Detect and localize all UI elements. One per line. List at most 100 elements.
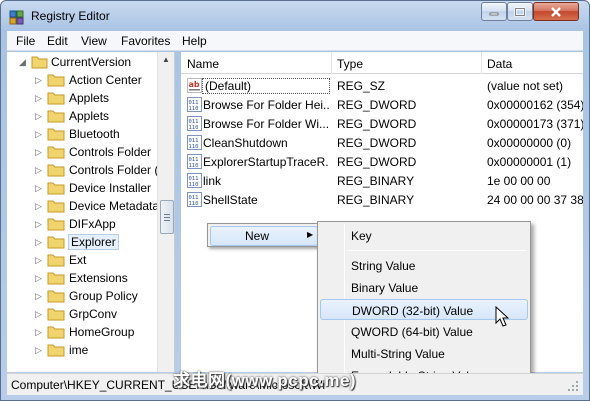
submenu-item-label: Multi-String Value (351, 347, 445, 361)
folder-icon (47, 128, 65, 141)
expand-arrow-icon[interactable]: ▷ (35, 291, 42, 302)
expand-arrow-icon[interactable]: ▷ (35, 93, 42, 104)
tree-item[interactable]: ▷ Device Metadata (7, 197, 163, 215)
folder-icon (47, 272, 65, 285)
value-row[interactable]: 011 110 CleanShutdown REG_DWORD 0x00000000 (… (181, 133, 583, 152)
expand-arrow-icon[interactable]: ▷ (35, 309, 42, 320)
registry-app-icon (9, 10, 24, 25)
value-row[interactable]: 011 110 link REG_BINARY 1e 00 00 00 (181, 171, 583, 190)
expand-arrow-icon[interactable]: ▷ (35, 201, 42, 212)
value-row[interactable]: 011 110 ExplorerStartupTraceR... REG_DWORD 0… (181, 152, 583, 171)
column-header-name[interactable]: Name (187, 57, 219, 71)
submenu-item-label: Key (351, 229, 372, 243)
expand-arrow-icon[interactable]: ▷ (35, 147, 42, 158)
tree-item[interactable]: ▷ GrpConv (7, 305, 163, 323)
value-row[interactable]: 011 110 ShellState REG_BINARY 24 00 00 00 37… (181, 190, 583, 209)
value-type: REG_BINARY (337, 174, 415, 188)
value-name: link (203, 174, 222, 188)
tree-item[interactable]: ▷ Action Center (7, 71, 163, 89)
tree-item-label: Group Policy (69, 289, 138, 303)
tree-item[interactable]: ▷ Bluetooth (7, 125, 163, 143)
tree-vertical-scrollbar[interactable]: ▲ (157, 52, 174, 372)
tree-item[interactable]: ▷ Group Policy (7, 287, 163, 305)
folder-icon (47, 254, 65, 267)
menu-favorites[interactable]: Favorites (121, 34, 170, 48)
expand-arrow-icon[interactable]: ▷ (35, 75, 42, 86)
expand-arrow-icon[interactable]: ▷ (35, 255, 42, 266)
folder-icon (47, 182, 65, 195)
scroll-up-icon[interactable]: ▲ (162, 55, 170, 64)
value-name: CleanShutdown (203, 136, 288, 150)
folder-icon (47, 146, 65, 159)
expand-arrow-icon[interactable]: ▷ (35, 111, 42, 122)
title-bar[interactable]: Registry Editor (1, 1, 589, 31)
svg-text:110: 110 (189, 106, 199, 112)
tree-item-label: GrpConv (69, 307, 118, 321)
submenu-item[interactable]: Binary Value (320, 277, 528, 298)
tree-item-label: Applets (69, 91, 110, 105)
maximize-button[interactable] (507, 2, 533, 21)
list-header: Name Type Data (181, 52, 583, 74)
resize-grip-icon[interactable] (567, 380, 579, 392)
expand-arrow-icon[interactable]: ▷ (35, 129, 42, 140)
submenu-item[interactable]: String Value (320, 255, 528, 276)
tree-item[interactable]: ▷ Extensions (7, 269, 163, 287)
tree-item[interactable]: ▷ Explorer (7, 233, 163, 251)
expand-arrow-icon[interactable]: ▷ (35, 345, 42, 356)
submenu-item[interactable]: Key (320, 225, 528, 246)
value-row[interactable]: 011 110 Browse For Folder Hei... REG_DWORD 0… (181, 95, 583, 114)
menu-file[interactable]: File (16, 34, 35, 48)
tree-item[interactable]: ▷ Device Installer (7, 179, 163, 197)
submenu-item[interactable]: Multi-String Value (320, 343, 528, 364)
menu-edit[interactable]: Edit (47, 34, 68, 48)
scroll-thumb[interactable] (160, 200, 174, 234)
tree-item[interactable]: ▷ HomeGroup (7, 323, 163, 341)
value-type: REG_SZ (337, 79, 386, 93)
key-tree-pane[interactable]: ◢ CurrentVersion ▷ Action Center ▷ Applets ▷… (7, 52, 175, 372)
expand-arrow-icon[interactable]: ▷ (35, 165, 42, 176)
binary-value-icon: 011110 (187, 173, 202, 188)
folder-icon (47, 290, 65, 303)
minimize-button[interactable] (481, 2, 507, 21)
expand-arrow-icon[interactable]: ▷ (35, 273, 42, 284)
column-header-type[interactable]: Type (337, 57, 363, 71)
tree-item[interactable]: ▷ Applets (7, 107, 163, 125)
tree-item-root[interactable]: ◢ CurrentVersion (7, 53, 163, 71)
value-row[interactable]: 011 110 Browse For Folder Wi... REG_DWORD 0x… (181, 114, 583, 133)
tree-item-label: Explorer (68, 234, 119, 250)
new-submenu: Key String Value Binary Value DWORD (32-bit… (317, 221, 531, 388)
context-menu-new-label: New (245, 229, 270, 243)
tree-item-label: ime (69, 343, 89, 357)
tree-item[interactable]: ▷ Ext (7, 251, 163, 269)
svg-text:110: 110 (189, 201, 199, 207)
folder-icon (47, 164, 65, 177)
value-row[interactable]: ab (Default) REG_SZ (value not set) (181, 76, 583, 95)
folder-icon (47, 74, 65, 87)
value-type: REG_DWORD (337, 117, 417, 131)
window-title: Registry Editor (31, 9, 110, 23)
tree-item[interactable]: ▷ Controls Folder (7, 143, 163, 161)
tree-item[interactable]: ▷ ime (7, 341, 163, 359)
value-data: (value not set) (487, 79, 564, 93)
tree-item-label: Bluetooth (69, 127, 120, 141)
tree-item[interactable]: ▷ DIFxApp (7, 215, 163, 233)
close-button[interactable] (533, 2, 579, 21)
context-menu-new[interactable]: New ▶ (210, 226, 318, 246)
minimize-icon (489, 12, 499, 15)
svg-text:110: 110 (189, 144, 199, 150)
tree-item[interactable]: ▷ Controls Folder ( (7, 161, 163, 179)
expand-arrow-icon[interactable]: ▷ (35, 219, 42, 230)
submenu-item-label: Binary Value (351, 281, 419, 295)
column-header-data[interactable]: Data (487, 57, 512, 71)
tree-item-label: HomeGroup (69, 325, 135, 339)
expand-arrow-icon[interactable]: ▷ (35, 237, 42, 248)
svg-text:110: 110 (189, 182, 199, 188)
menu-help[interactable]: Help (182, 34, 207, 48)
menu-view[interactable]: View (81, 34, 107, 48)
expand-arrow-icon[interactable]: ▷ (35, 183, 42, 194)
tree-item[interactable]: ▷ Applets (7, 89, 163, 107)
value-data: 0x00000173 (371) (487, 117, 583, 131)
binary-value-icon: 011110 (187, 97, 202, 112)
collapse-arrow-icon[interactable]: ◢ (19, 57, 26, 68)
expand-arrow-icon[interactable]: ▷ (35, 327, 42, 338)
